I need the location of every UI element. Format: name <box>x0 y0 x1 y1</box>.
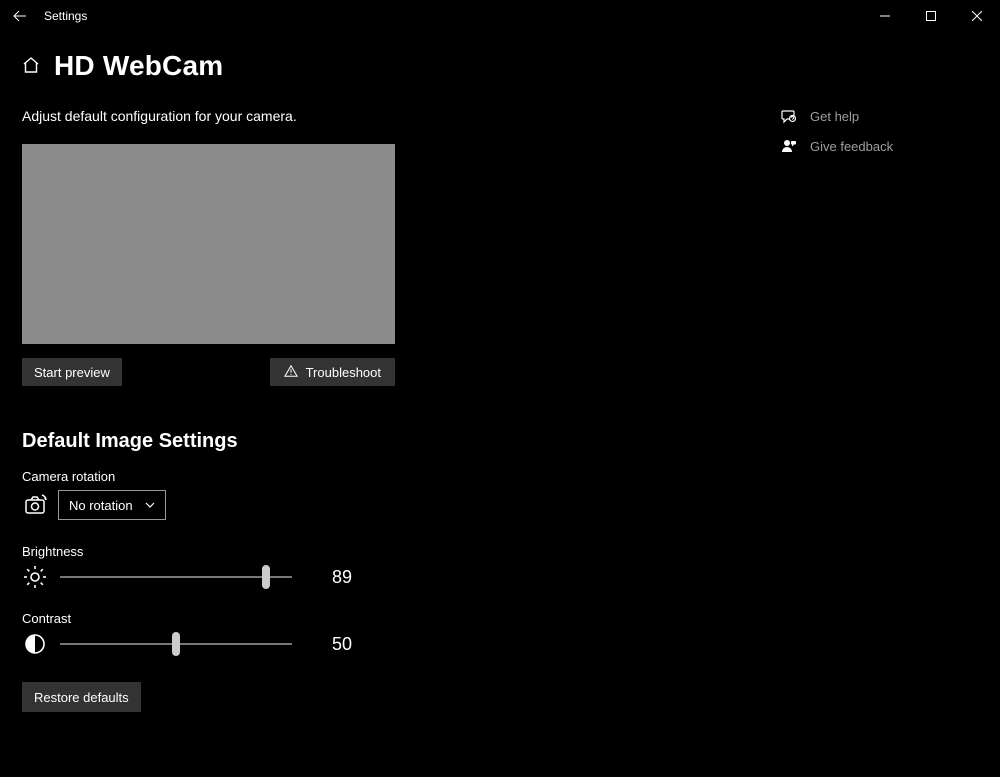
close-button[interactable] <box>954 0 1000 32</box>
slider-thumb[interactable] <box>262 565 270 589</box>
page-subtitle: Adjust default configuration for your ca… <box>22 108 622 124</box>
caption-buttons <box>862 0 1000 32</box>
troubleshoot-label: Troubleshoot <box>306 365 381 380</box>
chevron-down-icon <box>145 498 155 513</box>
titlebar-left: Settings <box>0 0 87 32</box>
rotation-row: No rotation <box>22 490 622 520</box>
contrast-slider[interactable] <box>60 632 292 656</box>
close-icon <box>972 11 982 21</box>
contrast-icon <box>22 633 48 655</box>
slider-track <box>60 576 292 578</box>
give-feedback-label: Give feedback <box>810 139 893 154</box>
maximize-button[interactable] <box>908 0 954 32</box>
window-title: Settings <box>40 9 87 23</box>
brightness-slider[interactable] <box>60 565 292 589</box>
preview-actions: Start preview Troubleshoot <box>22 358 395 386</box>
get-help-link[interactable]: Get help <box>780 108 980 124</box>
restore-defaults-button[interactable]: Restore defaults <box>22 682 141 712</box>
back-button[interactable] <box>0 0 40 32</box>
rotation-value: No rotation <box>69 498 133 513</box>
warning-icon <box>284 364 298 381</box>
content-row: Adjust default configuration for your ca… <box>0 108 1000 712</box>
troubleshoot-button[interactable]: Troubleshoot <box>270 358 395 386</box>
give-feedback-link[interactable]: Give feedback <box>780 138 980 154</box>
chat-help-icon <box>780 108 798 124</box>
arrow-left-icon <box>13 9 27 23</box>
camera-preview <box>22 144 395 344</box>
start-preview-label: Start preview <box>34 365 110 380</box>
section-heading: Default Image Settings <box>22 430 622 453</box>
maximize-icon <box>926 11 936 21</box>
get-help-label: Get help <box>810 109 859 124</box>
rotation-label: Camera rotation <box>22 469 622 484</box>
brightness-label: Brightness <box>22 544 622 559</box>
contrast-value: 50 <box>332 634 352 655</box>
side-column: Get help Give feedback <box>780 108 980 168</box>
minimize-icon <box>880 11 890 21</box>
brightness-value: 89 <box>332 567 352 588</box>
page-header: HD WebCam <box>22 50 1000 82</box>
main-column: Adjust default configuration for your ca… <box>22 108 622 712</box>
brightness-row: 89 <box>22 565 622 589</box>
brightness-icon <box>22 565 48 589</box>
start-preview-button[interactable]: Start preview <box>22 358 122 386</box>
slider-thumb[interactable] <box>172 632 180 656</box>
contrast-label: Contrast <box>22 611 622 626</box>
home-icon[interactable] <box>22 56 40 77</box>
minimize-button[interactable] <box>862 0 908 32</box>
titlebar: Settings <box>0 0 1000 32</box>
page-title: HD WebCam <box>54 50 223 82</box>
rotate-camera-icon <box>22 491 48 520</box>
restore-defaults-label: Restore defaults <box>34 690 129 705</box>
rotation-select[interactable]: No rotation <box>58 490 166 520</box>
contrast-row: 50 <box>22 632 622 656</box>
feedback-icon <box>780 138 798 154</box>
